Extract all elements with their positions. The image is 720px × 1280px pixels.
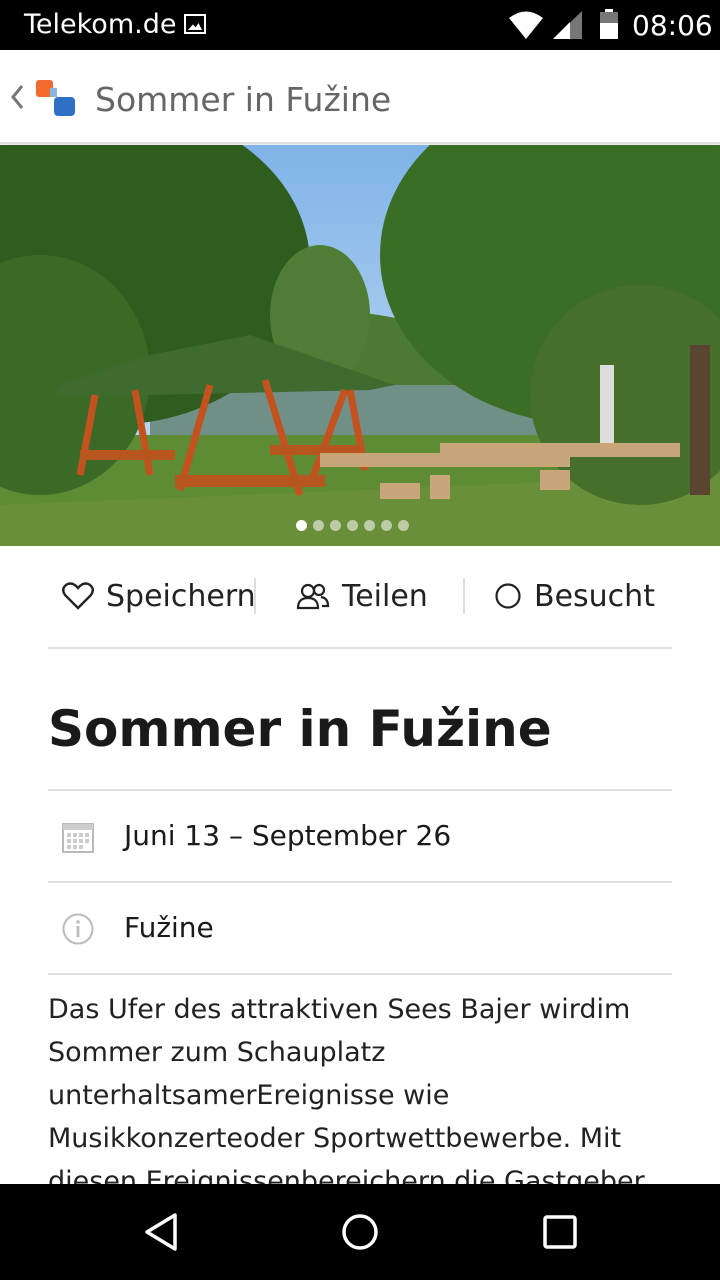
- save-label: Speichern: [106, 578, 256, 614]
- visited-button[interactable]: Besucht: [494, 546, 655, 646]
- event-location: Fužine: [124, 911, 214, 944]
- info-icon: [62, 913, 94, 945]
- visited-label: Besucht: [534, 578, 655, 614]
- event-photo-carousel[interactable]: [0, 145, 720, 546]
- carousel-dot[interactable]: [398, 520, 409, 531]
- lake-picnic-photo: [0, 145, 720, 546]
- date-row: Juni 13 – September 26: [48, 791, 672, 881]
- carrier-name: Telekom.de: [24, 9, 177, 40]
- carousel-dot[interactable]: [364, 520, 375, 531]
- people-icon: [296, 583, 330, 610]
- carousel-dot[interactable]: [347, 520, 358, 531]
- status-bar: Telekom.de 08:06: [0, 0, 720, 50]
- app-bar: Sommer in Fužine: [0, 50, 720, 144]
- event-title: Sommer in Fužine: [48, 700, 552, 758]
- action-bar: Speichern Teilen Besucht: [48, 546, 672, 649]
- event-dates: Juni 13 – September 26: [124, 819, 452, 852]
- recents-nav-icon[interactable]: [542, 1214, 578, 1250]
- save-button[interactable]: Speichern: [62, 546, 256, 646]
- location-row[interactable]: Fužine: [48, 883, 672, 973]
- action-divider: [254, 578, 256, 614]
- event-description: Das Ufer des attraktiven Sees Bajer wird…: [48, 994, 645, 1197]
- system-nav-bar: [0, 1184, 720, 1280]
- clock: 08:06: [632, 9, 713, 42]
- heart-icon: [62, 582, 94, 610]
- carousel-indicator: [296, 520, 409, 534]
- app-logo-icon: [36, 80, 75, 116]
- calendar-icon: [62, 823, 94, 853]
- divider: [48, 973, 672, 975]
- carousel-dot[interactable]: [313, 520, 324, 531]
- signal-icon: [553, 11, 582, 39]
- carousel-dot[interactable]: [330, 520, 341, 531]
- back-icon[interactable]: [8, 82, 26, 112]
- carousel-dot[interactable]: [381, 520, 392, 531]
- app-bar-title: Sommer in Fužine: [95, 80, 392, 119]
- share-label: Teilen: [342, 578, 428, 614]
- share-button[interactable]: Teilen: [296, 546, 428, 646]
- circle-checkbox-icon: [495, 583, 521, 609]
- home-nav-icon[interactable]: [341, 1213, 379, 1251]
- action-divider: [463, 578, 465, 614]
- carousel-dot[interactable]: [296, 520, 307, 531]
- image-notification-icon: [184, 14, 206, 34]
- back-nav-icon[interactable]: [142, 1212, 180, 1252]
- wifi-icon: [509, 11, 543, 39]
- battery-icon: [600, 9, 618, 39]
